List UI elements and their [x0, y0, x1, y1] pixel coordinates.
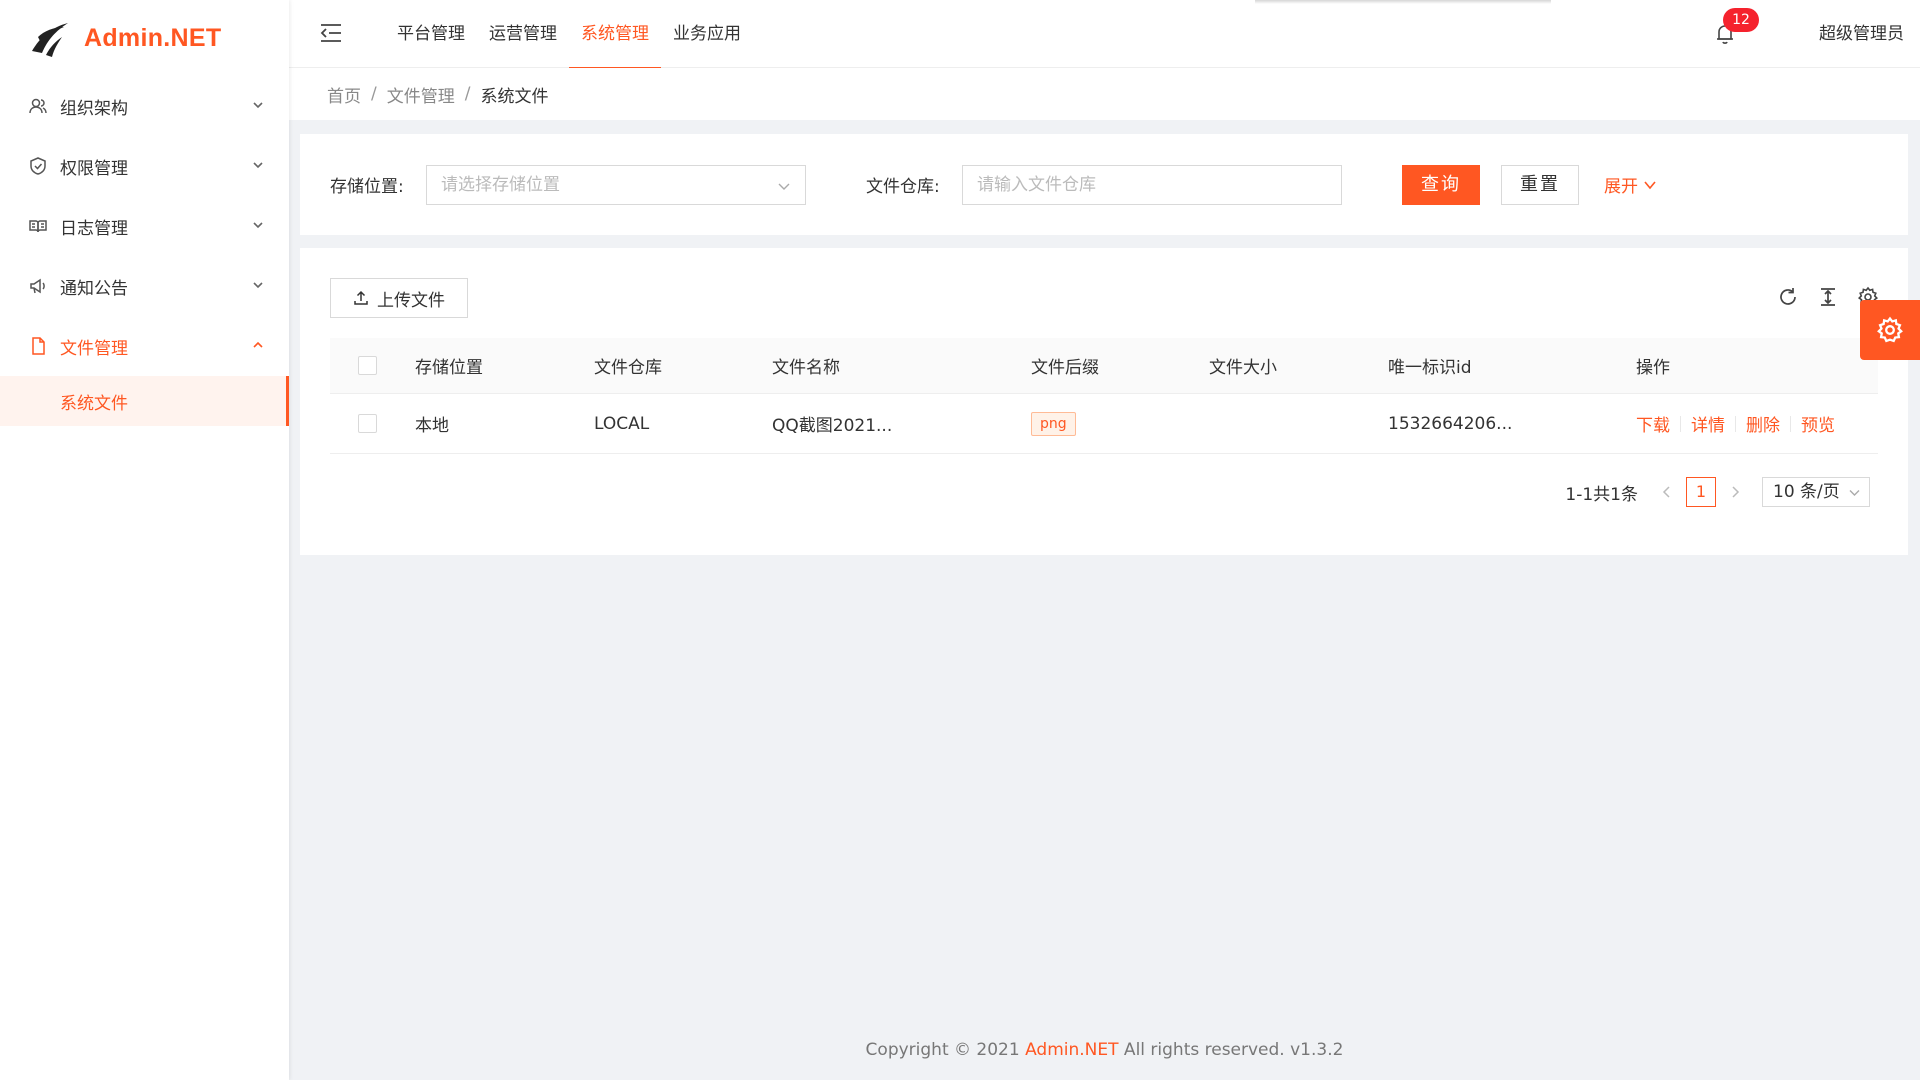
brand-name: Admin.NET [84, 23, 222, 52]
tab-business[interactable]: 业务应用 [661, 0, 753, 68]
delete-link[interactable]: 删除 [1746, 411, 1780, 436]
cell-file-name: QQ截图2021... [772, 416, 893, 436]
pagination-total: 1-1共1条 [1565, 484, 1638, 505]
upload-icon [354, 290, 368, 305]
file-table-card: 上传文件 存储位置 文件仓库 文件名称 文件后缀 文件大小 唯一标识id 操作 … [300, 248, 1908, 555]
divider [1680, 415, 1681, 432]
footer-brand-link[interactable]: Admin.NET [1025, 1040, 1118, 1060]
chevron-down-icon [1644, 180, 1656, 189]
chevron-right-icon[interactable] [1728, 485, 1742, 499]
chevron-down-icon [253, 222, 263, 229]
reset-button[interactable]: 重置 [1501, 165, 1579, 205]
menu-fold-icon[interactable] [319, 22, 343, 44]
column-header[interactable]: 文件大小 [1209, 338, 1277, 393]
upload-file-button[interactable]: 上传文件 [330, 278, 468, 318]
page-size-select[interactable]: 10 条/页 [1762, 477, 1870, 507]
tab-operation[interactable]: 运营管理 [477, 0, 569, 68]
sidebar-item-file[interactable]: 文件管理 [0, 316, 289, 376]
breadcrumb-separator: / [371, 84, 377, 104]
suffix-tag: png [1031, 411, 1076, 436]
preview-link[interactable]: 预览 [1801, 411, 1835, 436]
sidebar-item-permission[interactable]: 权限管理 [0, 136, 289, 196]
search-form: 存储位置: 请选择存储位置 文件仓库: 请输入文件仓库 查询 重置 展开 [300, 134, 1908, 235]
tab-system[interactable]: 系统管理 [569, 0, 661, 69]
user-menu[interactable]: 超级管理员 [1819, 0, 1904, 68]
chevron-down-icon [1849, 490, 1860, 496]
sidebar-item-org[interactable]: 组织架构 [0, 76, 289, 136]
column-header[interactable]: 文件仓库 [594, 338, 662, 393]
top-nav: 平台管理 运营管理 系统管理 业务应用 [385, 0, 753, 69]
storage-select-placeholder: 请选择存储位置 [441, 175, 560, 195]
shield-icon [30, 157, 46, 175]
footer: Copyright © 2021 Admin.NET All rights re… [289, 1040, 1920, 1060]
column-header[interactable]: 文件名称 [772, 338, 840, 393]
divider [1735, 415, 1736, 432]
column-header[interactable]: 唯一标识id [1388, 338, 1472, 393]
top-header: 平台管理 运营管理 系统管理 业务应用 12 超级管理员 [289, 0, 1920, 69]
notification-badge: 12 [1723, 8, 1759, 32]
chevron-down-icon [253, 162, 263, 169]
sidebar-item-label: 组织架构 [60, 98, 128, 119]
user-group-icon [29, 98, 47, 114]
tab-platform[interactable]: 平台管理 [385, 0, 477, 68]
cell-unique-id: 1532664206... [1388, 413, 1513, 434]
logo-icon [32, 23, 68, 57]
download-link[interactable]: 下载 [1636, 411, 1670, 436]
chevron-up-icon [253, 341, 263, 348]
divider [1790, 415, 1791, 432]
footer-prefix: Copyright © 2021 [865, 1040, 1026, 1060]
expand-label: 展开 [1604, 177, 1638, 197]
detail-link[interactable]: 详情 [1691, 411, 1725, 436]
logo[interactable]: Admin.NET [0, 0, 289, 76]
select-all-checkbox[interactable] [358, 356, 377, 375]
table-row: 本地 LOCAL QQ截图2021... png 1532664206... 下… [330, 394, 1878, 454]
breadcrumb-current: 系统文件 [480, 86, 549, 107]
footer-suffix: All rights reserved. v1.3.2 [1118, 1040, 1344, 1060]
column-header: 操作 [1636, 358, 1670, 378]
breadcrumb: 首页 / 文件管理 / 系统文件 [289, 68, 1920, 120]
gear-icon [1877, 316, 1903, 343]
chevron-left-icon[interactable] [1660, 485, 1674, 499]
sidebar-subitem-label: 系统文件 [60, 393, 128, 414]
column-header[interactable]: 存储位置 [415, 338, 483, 393]
storage-select[interactable]: 请选择存储位置 [426, 165, 806, 205]
query-button[interactable]: 查询 [1402, 165, 1480, 205]
table-header: 存储位置 文件仓库 文件名称 文件后缀 文件大小 唯一标识id 操作 [330, 338, 1878, 394]
page-size-value: 10 条/页 [1773, 482, 1840, 502]
settings-drawer-button[interactable] [1860, 300, 1920, 360]
breadcrumb-separator: / [464, 84, 471, 104]
page-number-button[interactable]: 1 [1686, 477, 1716, 507]
sidebar-item-label: 日志管理 [60, 218, 128, 239]
storage-label: 存储位置: [330, 177, 404, 197]
upload-label: 上传文件 [377, 290, 445, 311]
bucket-input[interactable]: 请输入文件仓库 [962, 165, 1342, 205]
cell-bucket: LOCAL [594, 413, 650, 434]
dropdown-shadow [1255, 0, 1551, 4]
row-checkbox[interactable] [358, 414, 377, 433]
sidebar: Admin.NET 组织架构 权限管理 日志管理 通知公告 文件管理 系统文件 [0, 0, 289, 1080]
sidebar-item-label: 通知公告 [60, 278, 128, 299]
sidebar-item-log[interactable]: 日志管理 [0, 196, 289, 256]
sidebar-item-label: 文件管理 [60, 338, 128, 359]
bucket-input-placeholder: 请输入文件仓库 [977, 175, 1096, 195]
row-actions: 下载 详情 删除 预览 [1636, 394, 1835, 453]
column-height-icon[interactable] [1817, 286, 1839, 308]
chevron-down-icon [253, 102, 263, 109]
sidebar-item-notice[interactable]: 通知公告 [0, 256, 289, 316]
breadcrumb-home[interactable]: 首页 [327, 82, 361, 107]
book-icon [29, 220, 47, 233]
pagination: 1-1共1条 1 10 条/页 [1565, 476, 1870, 508]
file-icon [32, 337, 45, 355]
sidebar-item-label: 权限管理 [60, 158, 128, 179]
bucket-label: 文件仓库: [866, 177, 940, 197]
breadcrumb-parent[interactable]: 文件管理 [387, 82, 455, 107]
expand-toggle[interactable]: 展开 [1604, 172, 1658, 197]
column-header[interactable]: 文件后缀 [1031, 338, 1099, 393]
chevron-down-icon [253, 282, 263, 289]
megaphone-icon [30, 278, 45, 294]
chevron-down-icon [778, 183, 790, 190]
sidebar-subitem-system-file[interactable]: 系统文件 [0, 376, 289, 426]
cell-location: 本地 [415, 416, 449, 436]
refresh-icon[interactable] [1777, 286, 1799, 308]
